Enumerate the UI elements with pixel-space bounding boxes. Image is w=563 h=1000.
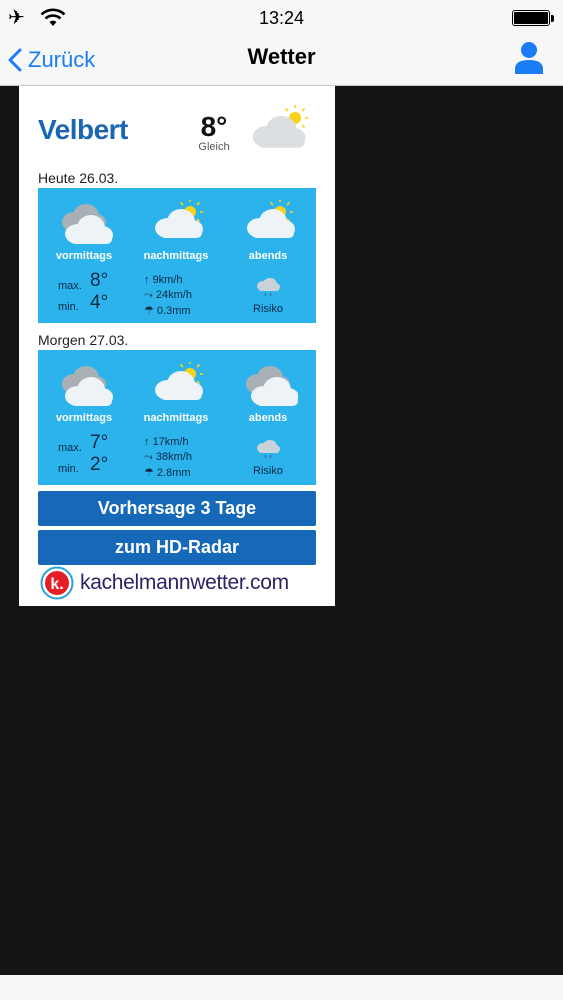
page-title: Wetter [247, 44, 316, 69]
forecast-panel-tomorrow: vormittags max. 7° min. 2° nachmittags ↑… [38, 350, 316, 485]
period-label: nachmittags [143, 412, 209, 424]
rain-cloud-icon [257, 278, 280, 297]
wind-gusts: ⤳ 38km/h [144, 451, 192, 463]
precipitation-value: 2.8mm [156, 467, 191, 479]
brand-link[interactable]: k. kachelmannwetter.com [40, 566, 315, 600]
navigation-bar: Zurück Wetter [0, 36, 563, 86]
partly-cloudy-icon [155, 362, 204, 400]
period-label: nachmittags [143, 250, 209, 262]
max-temperature: 7° [90, 432, 109, 453]
period-label: vormittags [55, 412, 113, 424]
weather-widget: Velbert 8° Gleich Heute 26.03. vormittag… [19, 86, 335, 606]
period-evening: abends Risiko [222, 350, 314, 485]
day-label-today: Heute 26.03. [38, 170, 119, 186]
partly-cloudy-icon [252, 104, 309, 148]
precipitation: ☂ 2.8mm [144, 467, 191, 479]
period-label: vormittags [55, 250, 113, 262]
rain-cloud-icon [257, 440, 280, 459]
wind-speed-value: 17km/h [152, 436, 189, 448]
hd-radar-button[interactable]: zum HD-Radar [38, 530, 316, 565]
period-afternoon: nachmittags ↑ 9km/h ⤳ 24km/h ☂ 0.3mm [130, 188, 222, 323]
battery-icon [512, 10, 554, 26]
bottom-bar [0, 975, 563, 1000]
min-temperature: 2° [90, 454, 109, 475]
top-bar: ✈ 13:24 Zurück Wetter [0, 0, 563, 86]
forecast-panel-today: vormittags max. 8° min. 4° nachmittags ↑… [38, 188, 316, 323]
partly-cloudy-icon [155, 200, 204, 238]
kachelmann-logo-icon: k. [40, 566, 74, 600]
min-label: min. [58, 463, 79, 475]
logo-letter: k. [50, 576, 63, 593]
max-label: max. [58, 442, 82, 454]
max-temperature: 8° [90, 270, 109, 291]
risk-label: Risiko [253, 303, 283, 315]
wind-gusts: ⤳ 24km/h [144, 289, 192, 301]
risk-label: Risiko [253, 465, 283, 477]
cloudy-icon [62, 204, 113, 244]
period-evening: abends Risiko [222, 188, 314, 323]
period-morning: vormittags max. 7° min. 2° [38, 350, 130, 485]
temperature-trend: Gleich [198, 141, 230, 153]
cloudy-sun-icon [246, 366, 298, 406]
period-label: abends [248, 250, 288, 262]
min-label: min. [58, 301, 79, 313]
partly-cloudy-icon [247, 200, 295, 238]
cloudy-icon [62, 366, 113, 406]
max-label: max. [58, 280, 82, 292]
brand-name: kachelmannwetter.com [80, 571, 289, 594]
wind-gusts-value: 24km/h [155, 289, 192, 301]
current-temperature: 8° [200, 111, 228, 142]
wind-gusts-value: 38km/h [155, 451, 192, 463]
period-label: abends [248, 412, 288, 424]
wind-speed: ↑ 17km/h [144, 436, 189, 448]
user-icon[interactable] [513, 40, 545, 74]
city-name: Velbert [38, 114, 128, 145]
forecast-3-days-button[interactable]: Vorhersage 3 Tage [38, 491, 316, 526]
wind-speed: ↑ 9km/h [144, 274, 183, 286]
status-bar: ✈ 13:24 [0, 0, 563, 36]
status-time: 13:24 [258, 8, 305, 28]
day-label-tomorrow: Morgen 27.03. [38, 332, 129, 348]
period-afternoon: nachmittags ↑ 17km/h ⤳ 38km/h ☂ 2.8mm [130, 350, 222, 485]
min-temperature: 4° [90, 292, 109, 313]
period-morning: vormittags max. 8° min. 4° [38, 188, 130, 323]
precipitation: ☂ 0.3mm [144, 305, 191, 317]
precipitation-value: 0.3mm [156, 305, 191, 317]
wind-speed-value: 9km/h [152, 274, 183, 286]
